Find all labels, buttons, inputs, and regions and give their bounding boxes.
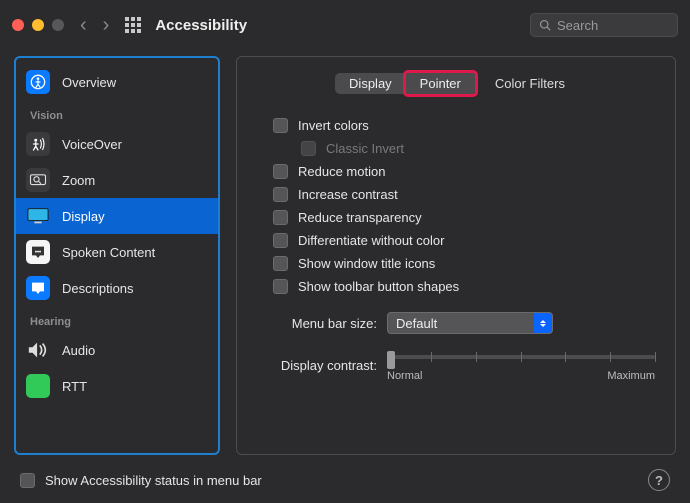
descriptions-icon — [26, 276, 50, 300]
options-list: Invert colors Classic Invert Reduce moti… — [257, 114, 655, 382]
minimize-window-button[interactable] — [32, 19, 44, 31]
display-icon — [26, 204, 50, 228]
audio-icon — [26, 338, 50, 362]
slider-max-label: Maximum — [607, 370, 655, 382]
sidebar-item-display[interactable]: Display — [16, 198, 218, 234]
titlebar: ‹ › Accessibility Search — [0, 0, 690, 50]
checkbox-reduce-motion[interactable]: Reduce motion — [273, 160, 655, 183]
help-button[interactable]: ? — [648, 469, 670, 491]
sidebar-item-label: Descriptions — [62, 281, 134, 296]
checkbox-invert-colors[interactable]: Invert colors — [273, 114, 655, 137]
checkbox-label: Show toolbar button shapes — [298, 279, 459, 294]
checkbox-reduce-transparency[interactable]: Reduce transparency — [273, 206, 655, 229]
back-button[interactable]: ‹ — [80, 15, 87, 35]
checkbox-differentiate-without-color[interactable]: Differentiate without color — [273, 229, 655, 252]
checkbox-show-toolbar-button-shapes[interactable]: Show toolbar button shapes — [273, 275, 655, 298]
sidebar-item-zoom[interactable]: Zoom — [16, 162, 218, 198]
checkbox-icon — [301, 141, 316, 156]
checkbox-icon — [273, 118, 288, 133]
checkbox-label: Increase contrast — [298, 187, 398, 202]
checkbox-icon — [20, 473, 35, 488]
sidebar-item-audio[interactable]: Audio — [16, 332, 218, 368]
sidebar-item-label: Zoom — [62, 173, 95, 188]
checkbox-icon — [273, 210, 288, 225]
select-value: Default — [396, 316, 437, 331]
checkbox-increase-contrast[interactable]: Increase contrast — [273, 183, 655, 206]
chevron-up-down-icon — [534, 313, 552, 333]
tab-display[interactable]: Display — [335, 73, 406, 94]
sidebar-section-vision: Vision — [16, 100, 218, 126]
tab-color-filters[interactable]: Color Filters — [483, 73, 577, 94]
sidebar-item-voiceover[interactable]: VoiceOver — [16, 126, 218, 162]
sidebar: Overview Vision VoiceOver Zoom Display •… — [14, 56, 220, 455]
zoom-icon — [26, 168, 50, 192]
menu-bar-size-label: Menu bar size: — [273, 316, 377, 331]
spoken-content-icon: ••• — [26, 240, 50, 264]
display-contrast-slider[interactable] — [387, 348, 655, 366]
checkbox-show-window-title-icons[interactable]: Show window title icons — [273, 252, 655, 275]
nav-buttons: ‹ › — [80, 15, 109, 35]
sidebar-item-label: RTT — [62, 379, 87, 394]
window-title: Accessibility — [155, 17, 247, 34]
search-icon — [539, 19, 551, 31]
checkbox-label: Differentiate without color — [298, 233, 444, 248]
content-panel: Display Pointer Color Filters Invert col… — [236, 56, 676, 455]
sidebar-item-label: VoiceOver — [62, 137, 122, 152]
overview-icon — [26, 70, 50, 94]
checkbox-icon — [273, 164, 288, 179]
checkbox-icon — [273, 187, 288, 202]
menu-bar-size-select[interactable]: Default — [387, 312, 553, 334]
checkbox-label: Classic Invert — [326, 141, 404, 156]
sidebar-item-spoken-content[interactable]: ••• Spoken Content — [16, 234, 218, 270]
checkbox-label: Show window title icons — [298, 256, 435, 271]
slider-min-label: Normal — [387, 370, 422, 382]
checkbox-icon — [273, 256, 288, 271]
checkbox-label: Reduce transparency — [298, 210, 422, 225]
sidebar-item-overview[interactable]: Overview — [16, 64, 218, 100]
menu-bar-size-row: Menu bar size: Default — [273, 312, 655, 334]
sidebar-section-hearing: Hearing — [16, 306, 218, 332]
window-controls — [12, 19, 64, 31]
forward-button[interactable]: › — [103, 15, 110, 35]
tab-bar: Display Pointer Color Filters — [257, 73, 655, 94]
search-placeholder: Search — [557, 18, 598, 33]
show-all-icon[interactable] — [125, 17, 141, 33]
search-field[interactable]: Search — [530, 13, 678, 37]
checkbox-icon — [273, 233, 288, 248]
sidebar-item-label: Display — [62, 209, 105, 224]
sidebar-item-rtt[interactable]: RTT — [16, 368, 218, 404]
tab-pointer[interactable]: Pointer — [406, 73, 475, 94]
close-window-button[interactable] — [12, 19, 24, 31]
rtt-icon — [26, 374, 50, 398]
svg-text:•••: ••• — [35, 249, 41, 255]
checkbox-label: Invert colors — [298, 118, 369, 133]
slider-knob[interactable] — [387, 351, 395, 369]
voiceover-icon — [26, 132, 50, 156]
checkbox-classic-invert: Classic Invert — [273, 137, 655, 160]
sidebar-item-label: Overview — [62, 75, 116, 90]
display-contrast-label: Display contrast: — [273, 358, 377, 373]
sidebar-item-label: Spoken Content — [62, 245, 155, 260]
checkbox-icon — [273, 279, 288, 294]
sidebar-item-label: Audio — [62, 343, 95, 358]
checkbox-label: Show Accessibility status in menu bar — [45, 473, 262, 488]
footer: Show Accessibility status in menu bar ? — [0, 455, 690, 491]
checkbox-label: Reduce motion — [298, 164, 385, 179]
checkbox-show-accessibility-status[interactable]: Show Accessibility status in menu bar — [20, 473, 262, 488]
zoom-window-button[interactable] — [52, 19, 64, 31]
sidebar-item-descriptions[interactable]: Descriptions — [16, 270, 218, 306]
display-contrast-row: Display contrast: — [273, 348, 655, 382]
